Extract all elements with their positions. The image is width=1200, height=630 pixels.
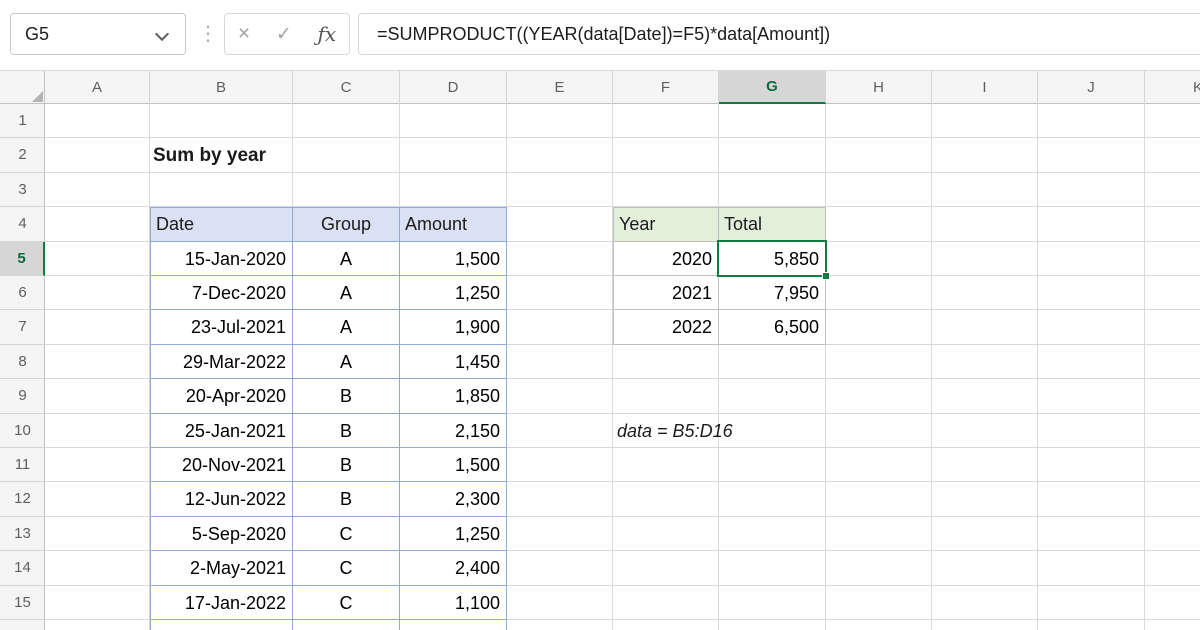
column-header-E[interactable]: E xyxy=(507,71,613,104)
data-cell[interactable]: 1,250 xyxy=(400,276,507,310)
row-header-15[interactable]: 15 xyxy=(0,586,45,620)
column-header-A[interactable]: A xyxy=(45,71,150,104)
data-cell[interactable]: 23-Jul-2021 xyxy=(150,310,293,344)
row-header-13[interactable]: 13 xyxy=(0,517,45,551)
data-cell[interactable]: 15-Jan-2020 xyxy=(150,242,293,276)
data-cell[interactable]: B xyxy=(293,482,400,516)
row-header-9[interactable]: 9 xyxy=(0,379,45,413)
data-cell[interactable]: 1,450 xyxy=(400,345,507,379)
column-header-G[interactable]: G xyxy=(719,71,826,104)
data-cell[interactable]: 1,650 xyxy=(400,620,507,630)
column-header-F[interactable]: F xyxy=(613,71,719,104)
summary-cell[interactable]: 2021 xyxy=(613,276,719,310)
data-table-header: Group xyxy=(293,207,400,241)
fill-handle[interactable] xyxy=(822,272,830,280)
data-cell[interactable]: 1,500 xyxy=(400,448,507,482)
data-cell[interactable]: 1,900 xyxy=(400,310,507,344)
data-cell[interactable]: 1,850 xyxy=(400,379,507,413)
formula-text: =SUMPRODUCT((YEAR(data[Date])=F5)*data[A… xyxy=(377,24,830,45)
formula-input[interactable]: =SUMPRODUCT((YEAR(data[Date])=F5)*data[A… xyxy=(358,13,1200,55)
data-cell[interactable]: A xyxy=(293,310,400,344)
data-cell[interactable]: A xyxy=(293,345,400,379)
data-cell[interactable]: B xyxy=(293,448,400,482)
data-cell[interactable]: 2,300 xyxy=(400,482,507,516)
column-header-K[interactable]: K xyxy=(1145,71,1200,104)
cancel-icon[interactable]: × xyxy=(238,22,250,46)
data-cell[interactable]: C xyxy=(293,551,400,585)
row-header-3[interactable]: 3 xyxy=(0,173,45,207)
column-header-C[interactable]: C xyxy=(293,71,400,104)
spreadsheet: Sum by year data = B5:D16 ABCDEFGHIJK123… xyxy=(0,70,1200,630)
data-cell[interactable]: 12-Jun-2022 xyxy=(150,482,293,516)
row-header-12[interactable]: 12 xyxy=(0,482,45,516)
chevron-down-icon[interactable] xyxy=(155,27,169,41)
data-cell[interactable]: C xyxy=(293,586,400,620)
formula-bar: G5 ⋮ × ✓ ƒx =SUMPRODUCT((YEAR(data[Date]… xyxy=(0,0,1200,70)
cell-reference: G5 xyxy=(11,24,49,45)
data-cell[interactable]: 1,250 xyxy=(400,517,507,551)
data-cell[interactable]: 29-Mar-2022 xyxy=(150,345,293,379)
summary-cell[interactable]: 2022 xyxy=(613,310,719,344)
data-cell[interactable]: B xyxy=(293,414,400,448)
insert-function-icon[interactable]: ƒx xyxy=(317,22,336,46)
summary-cell[interactable]: 6,500 xyxy=(719,310,826,344)
data-table-header: Date xyxy=(150,207,293,241)
column-header-H[interactable]: H xyxy=(826,71,932,104)
data-cell[interactable]: A xyxy=(293,242,400,276)
summary-table-header: Year xyxy=(613,207,719,241)
select-all-triangle-icon xyxy=(32,91,43,102)
row-header-10[interactable]: 10 xyxy=(0,414,45,448)
excel-window: G5 ⋮ × ✓ ƒx =SUMPRODUCT((YEAR(data[Date]… xyxy=(0,0,1200,630)
column-header-D[interactable]: D xyxy=(400,71,507,104)
data-cell[interactable]: 2-May-2021 xyxy=(150,551,293,585)
row-header-8[interactable]: 8 xyxy=(0,345,45,379)
column-header-J[interactable]: J xyxy=(1038,71,1145,104)
row-header-11[interactable]: 11 xyxy=(0,448,45,482)
data-cell[interactable]: B xyxy=(293,379,400,413)
row-header-4[interactable]: 4 xyxy=(0,207,45,241)
data-cell[interactable]: C xyxy=(293,620,400,630)
data-cell[interactable]: 1,100 xyxy=(400,586,507,620)
data-table-header: Amount xyxy=(400,207,507,241)
data-cell[interactable]: 1,500 xyxy=(400,242,507,276)
row-header-5[interactable]: 5 xyxy=(0,242,45,276)
summary-table-header: Total xyxy=(719,207,826,241)
row-header-7[interactable]: 7 xyxy=(0,310,45,344)
row-header-16[interactable]: 16 xyxy=(0,620,45,630)
data-cell[interactable]: 7-Dec-2020 xyxy=(150,276,293,310)
sheet-title-cell: Sum by year xyxy=(153,138,266,173)
data-cell[interactable]: 20-Apr-2020 xyxy=(150,379,293,413)
drag-handle-icon: ⋮ xyxy=(198,13,218,55)
data-cell[interactable]: 2,150 xyxy=(400,414,507,448)
named-range-annotation: data = B5:D16 xyxy=(617,414,733,448)
summary-cell[interactable]: 7,950 xyxy=(719,276,826,310)
formula-actions: × ✓ ƒx xyxy=(224,13,350,55)
row-header-14[interactable]: 14 xyxy=(0,551,45,585)
data-cell[interactable]: 5-Sep-2020 xyxy=(150,517,293,551)
row-header-1[interactable]: 1 xyxy=(0,104,45,138)
row-header-6[interactable]: 6 xyxy=(0,276,45,310)
column-header-B[interactable]: B xyxy=(150,71,293,104)
data-cell[interactable]: 17-Jan-2022 xyxy=(150,586,293,620)
summary-cell[interactable]: 5,850 xyxy=(719,242,826,276)
summary-cell[interactable]: 2020 xyxy=(613,242,719,276)
data-cell[interactable]: 20-Nov-2021 xyxy=(150,448,293,482)
data-cell[interactable]: C xyxy=(293,517,400,551)
row-header-2[interactable]: 2 xyxy=(0,138,45,172)
enter-icon[interactable]: ✓ xyxy=(276,23,292,46)
data-cell[interactable]: A xyxy=(293,276,400,310)
data-cell[interactable]: 2,400 xyxy=(400,551,507,585)
data-cell[interactable]: 21-Oct-2022 xyxy=(150,620,293,630)
name-box[interactable]: G5 xyxy=(10,13,186,55)
column-header-I[interactable]: I xyxy=(932,71,1038,104)
data-cell[interactable]: 25-Jan-2021 xyxy=(150,414,293,448)
